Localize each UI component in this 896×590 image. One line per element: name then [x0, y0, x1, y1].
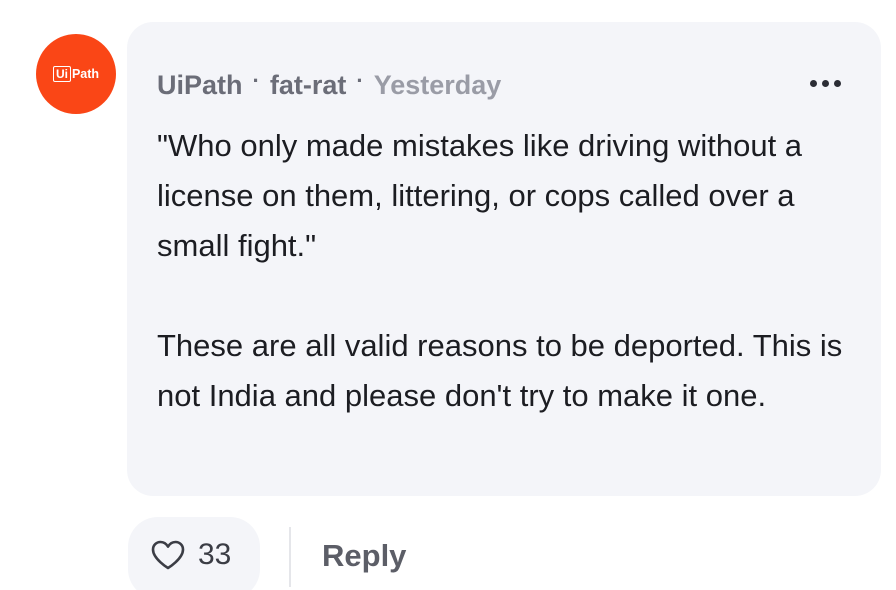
- comment-paragraph: "Who only made mistakes like driving wit…: [157, 128, 803, 263]
- comment-body: "Who only made mistakes like driving wit…: [157, 121, 857, 421]
- uipath-logo: Ui Path: [52, 66, 100, 82]
- more-options-icon[interactable]: [810, 80, 841, 87]
- logo-box-text: Ui: [52, 66, 71, 82]
- comment-thread: Ui Path UiPath · fat-rat · Yesterday "Wh…: [0, 0, 896, 590]
- more-dot: [822, 80, 829, 87]
- comment-paragraph: These are all valid reasons to be deport…: [157, 328, 843, 413]
- username[interactable]: fat-rat: [270, 70, 347, 101]
- reply-button[interactable]: Reply: [322, 538, 406, 574]
- timestamp: Yesterday: [373, 70, 502, 100]
- like-count: 33: [198, 538, 232, 571]
- author-name[interactable]: UiPath: [157, 70, 243, 101]
- more-dot: [810, 80, 817, 87]
- like-button[interactable]: 33: [128, 517, 260, 590]
- more-dot: [834, 80, 841, 87]
- meta-separator: ·: [252, 68, 260, 93]
- comment-meta: UiPath · fat-rat · Yesterday: [157, 68, 502, 101]
- avatar[interactable]: Ui Path: [36, 34, 116, 114]
- comment-bubble: UiPath · fat-rat · Yesterday "Who only m…: [127, 22, 881, 496]
- action-divider: [289, 527, 291, 587]
- heart-outline-icon: [151, 540, 185, 570]
- logo-rest-text: Path: [71, 67, 100, 81]
- meta-separator: ·: [356, 68, 364, 93]
